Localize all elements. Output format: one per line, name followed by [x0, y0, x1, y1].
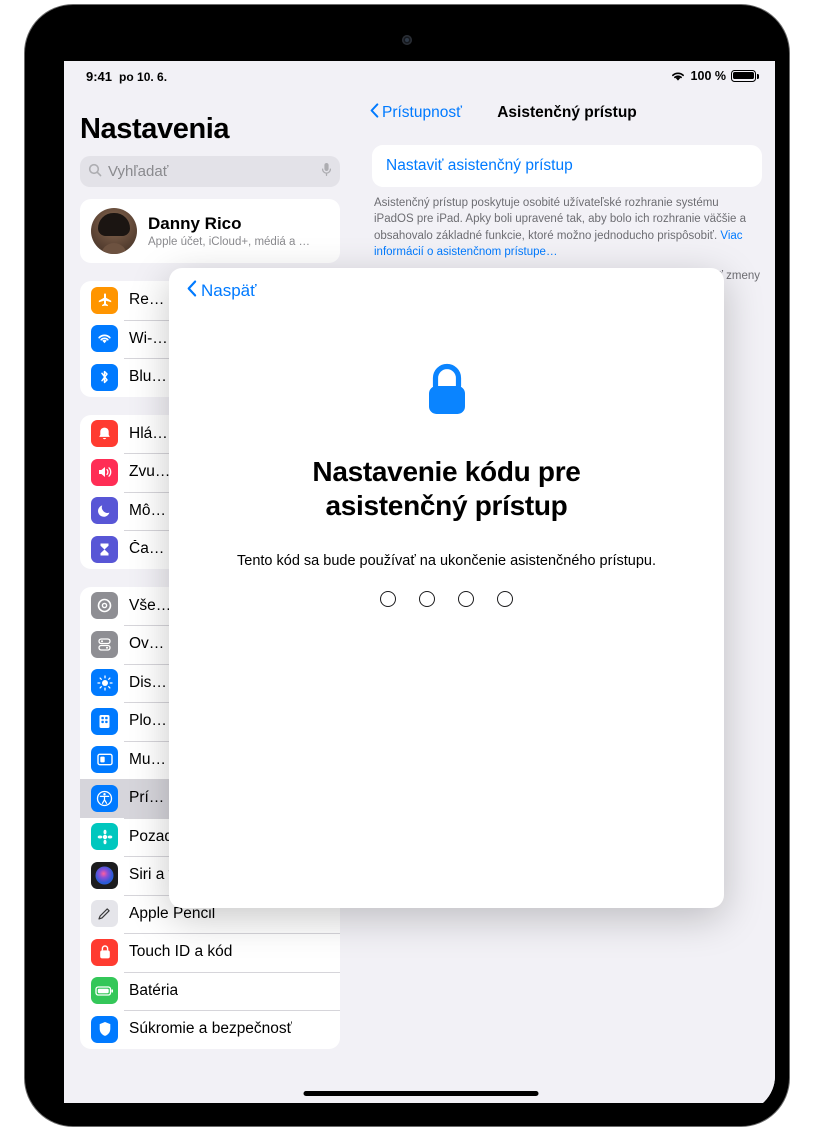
sounds-icon — [91, 458, 118, 486]
battery-icon — [731, 70, 759, 82]
account-card[interactable]: Danny Rico Apple účet, iCloud+, médiá a … — [80, 199, 340, 263]
wallpaper-icon — [91, 823, 118, 851]
modal-title: Nastavenie kódu pre asistenčný prístup — [209, 455, 684, 523]
modal-back-label: Naspäť — [201, 281, 257, 300]
search-input[interactable]: Vyhľadať — [80, 156, 340, 187]
lock-icon — [424, 362, 470, 423]
account-subtitle: Apple účet, iCloud+, médiá a … — [148, 236, 311, 248]
status-bar: 9:41 po 10. 6. 100 % — [64, 61, 775, 91]
sidebar-item-label: Mu… — [129, 750, 167, 768]
pencil-icon — [91, 900, 118, 928]
touch-id-icon — [91, 938, 118, 966]
modal-body: Nastavenie kódu pre asistenčný prístup T… — [169, 314, 724, 608]
modal-title-line1: Nastavenie kódu pre — [312, 456, 581, 487]
screen: 9:41 po 10. 6. 100 % Nastavenia Vyhľadať… — [64, 61, 775, 1103]
passcode-field[interactable] — [209, 591, 684, 608]
sidebar-item-privacy[interactable]: Súkromie a bezpečnosť — [80, 1010, 340, 1049]
sidebar-item-label: Touch ID a kód — [129, 943, 233, 961]
focus-icon — [91, 497, 118, 525]
home-screen-icon — [91, 707, 118, 735]
front-camera — [402, 35, 412, 45]
multitasking-icon — [91, 746, 118, 774]
sidebar-item-label: Plo… — [129, 712, 167, 730]
brightness-icon — [91, 669, 118, 697]
notifications-icon — [91, 420, 118, 448]
battery-percent: 100 % — [690, 69, 726, 83]
sidebar-item-label: Batéria — [129, 981, 179, 999]
device-bezel: 9:41 po 10. 6. 100 % Nastavenia Vyhľadať… — [39, 19, 775, 1112]
passcode-setup-modal: Naspäť Nastavenie kódu pre asistenčný pr… — [169, 268, 724, 908]
battery-icon — [91, 977, 118, 1005]
search-placeholder: Vyhľadať — [108, 163, 169, 180]
sidebar-item-label: Mô… — [129, 501, 167, 519]
sidebar-item-label: Súkromie a bezpečnosť — [129, 1020, 293, 1038]
detail-nav-bar: Prístupnosť Asistenčný prístup — [356, 91, 775, 135]
avatar — [91, 208, 137, 254]
status-date: po 10. 6. — [119, 69, 168, 84]
passcode-dot — [380, 591, 396, 608]
wifi-icon — [91, 325, 118, 353]
sidebar-item-label: Blu… — [129, 368, 167, 386]
modal-nav-bar: Naspäť — [169, 268, 724, 314]
passcode-dot — [419, 591, 435, 608]
back-button-label: Prístupnosť — [382, 104, 462, 121]
wifi-icon — [670, 70, 686, 82]
modal-subtitle: Tento kód sa bude používať na ukončenie … — [237, 553, 656, 570]
bluetooth-icon — [91, 363, 118, 391]
control-center-icon — [91, 630, 118, 658]
account-row[interactable]: Danny Rico Apple účet, iCloud+, médiá a … — [80, 199, 340, 263]
sidebar-item-label: Prí… — [129, 789, 165, 807]
sidebar-item-touch-id[interactable]: Touch ID a kód — [80, 933, 340, 972]
assistive-access-description: Asistenčný prístup poskytuje osobité uží… — [374, 195, 760, 260]
back-button[interactable]: Prístupnosť — [370, 103, 462, 123]
status-time: 9:41 — [86, 68, 113, 84]
sidebar-item-label: Dis… — [129, 673, 167, 691]
gear-icon — [91, 592, 118, 620]
airplane-icon — [91, 286, 118, 314]
account-name: Danny Rico — [148, 214, 242, 233]
sidebar-item-label: Vše… — [129, 596, 172, 614]
chevron-left-icon — [187, 280, 197, 302]
sidebar-item-label: Hlá… — [129, 424, 168, 442]
sidebar-item-label: Ča… — [129, 540, 165, 558]
modal-back-button[interactable]: Naspäť — [187, 280, 257, 302]
screen-time-icon — [91, 535, 118, 563]
passcode-dot — [458, 591, 474, 608]
chevron-left-icon — [370, 103, 379, 123]
passcode-dot — [497, 591, 513, 608]
sidebar-item-battery[interactable]: Batéria — [80, 971, 340, 1011]
microphone-icon[interactable] — [321, 162, 332, 181]
page-title: Nastavenia — [80, 113, 230, 145]
modal-title-line2: asistenčný prístup — [325, 490, 568, 522]
setup-assistive-access-link[interactable]: Nastaviť asistenčný prístup — [386, 157, 573, 174]
sidebar-item-label: Zvu… — [129, 463, 171, 481]
siri-icon — [91, 861, 118, 889]
sidebar-item-label: Re… — [129, 291, 165, 309]
setup-assistive-access-card[interactable]: Nastaviť asistenčný prístup — [372, 145, 762, 187]
home-indicator[interactable] — [303, 1091, 539, 1096]
search-icon — [88, 163, 102, 181]
accessibility-icon — [91, 784, 118, 812]
privacy-icon — [91, 1015, 118, 1043]
description-text: Asistenčný prístup poskytuje osobité uží… — [374, 197, 747, 242]
sidebar-item-label: Wi-… — [129, 329, 168, 347]
ipad-device: 9:41 po 10. 6. 100 % Nastavenia Vyhľadať… — [25, 5, 789, 1126]
sidebar-item-label: Ov… — [129, 635, 165, 653]
